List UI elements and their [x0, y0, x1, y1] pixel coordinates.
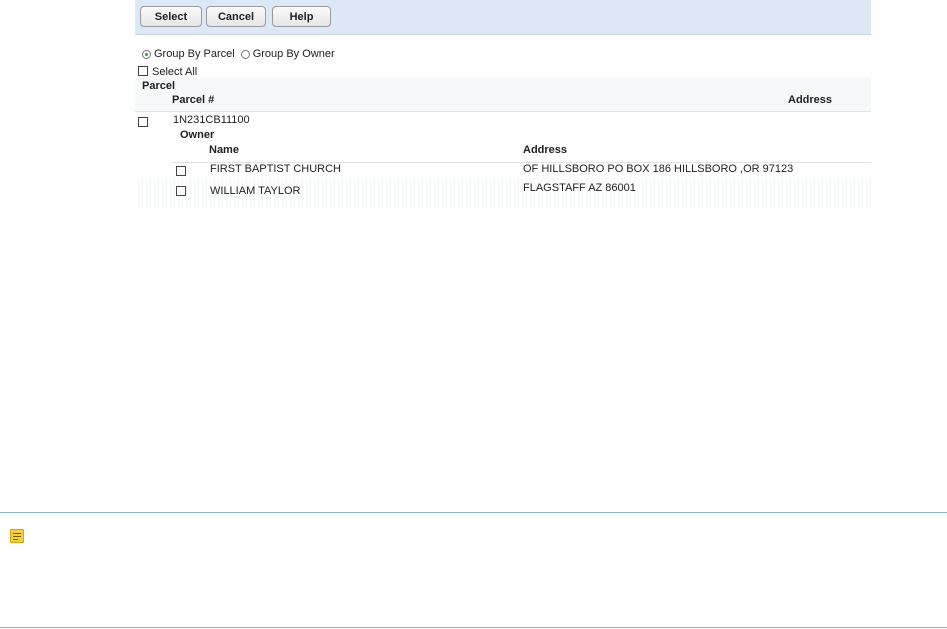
note-icon	[10, 529, 24, 543]
parcel-grid: Parcel Parcel # Address 1N231CB11100 Own…	[135, 78, 871, 208]
grouping-options: Group By Parcel Group By Owner	[142, 47, 341, 61]
note-bottom-border	[0, 627, 947, 628]
toolbar: Select Cancel Help	[135, 0, 871, 35]
column-header-parcel-number[interactable]: Parcel #	[172, 94, 214, 106]
select-button[interactable]: Select	[140, 6, 202, 27]
owner-name: FIRST BAPTIST CHURCH	[210, 163, 341, 175]
note-panel	[0, 512, 947, 629]
cancel-button[interactable]: Cancel	[206, 6, 266, 27]
header-divider	[135, 111, 871, 112]
group-by-owner-radio[interactable]	[240, 49, 250, 59]
help-button[interactable]: Help	[272, 6, 331, 27]
parcel-number: 1N231CB11100	[173, 114, 250, 126]
group-by-parcel-label[interactable]: Group By Parcel	[154, 48, 235, 60]
group-by-parcel-radio[interactable]	[142, 49, 151, 59]
parcel-group-title: Parcel	[142, 80, 176, 92]
owner-address: OF HILLSBORO PO BOX 186 HILLSBORO ,OR 97…	[523, 163, 794, 175]
grid-header-background	[135, 78, 871, 112]
group-by-owner-label[interactable]: Group By Owner	[253, 48, 335, 60]
parcel-row-checkbox[interactable]	[138, 117, 148, 127]
owner-section-title: Owner	[180, 129, 215, 141]
column-header-address[interactable]: Address	[788, 94, 832, 106]
note-top-border	[0, 512, 947, 513]
owner-row-checkbox[interactable]	[176, 186, 186, 196]
owner-column-header-address[interactable]: Address	[523, 144, 567, 156]
select-all-checkbox[interactable]	[138, 66, 148, 76]
owner-name: WILLIAM TAYLOR	[210, 185, 301, 197]
owner-row-checkbox[interactable]	[176, 166, 186, 176]
select-all-label[interactable]: Select All	[152, 66, 197, 78]
owner-address: FLAGSTAFF AZ 86001	[523, 182, 636, 194]
owner-column-header-name[interactable]: Name	[209, 144, 239, 156]
